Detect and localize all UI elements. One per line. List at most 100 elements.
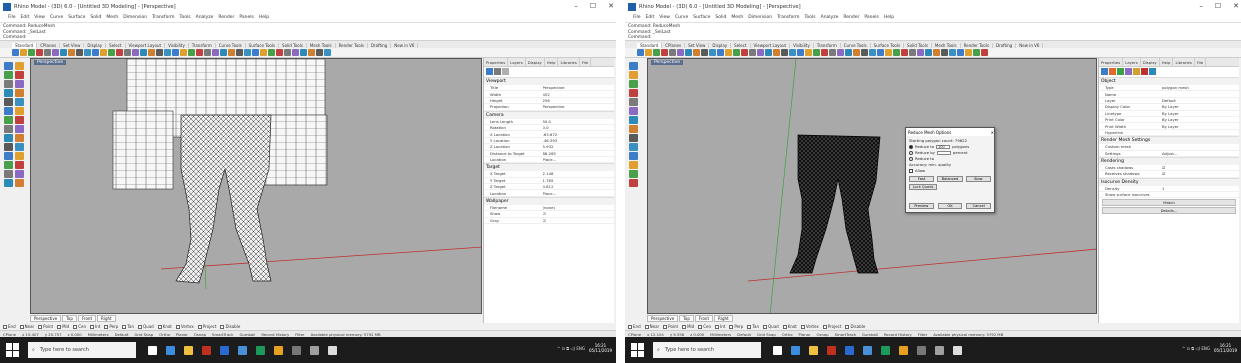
toolbar-tool-icon[interactable] [749,49,756,56]
maximize-button[interactable]: ☐ [590,2,596,10]
toolbar-tool-icon[interactable] [685,49,692,56]
property-value[interactable]: 4.812 [543,184,615,189]
status-item[interactable]: Record History [261,332,289,337]
toolbar-tool-icon[interactable] [204,49,211,56]
osnap-option[interactable]: Knot [782,324,797,329]
toolbar-tool-icon[interactable] [300,49,307,56]
viewport-tab-perspective[interactable]: Perspective [30,314,62,322]
property-value[interactable]: 256 [543,98,615,103]
sidebar-tool-icon[interactable] [629,98,638,106]
menu-curve[interactable]: Curve [50,15,63,20]
osnap-checkbox[interactable] [138,324,143,329]
status-item[interactable]: Ortho [782,332,793,337]
edge-icon[interactable] [166,345,175,355]
toolbar-tool-icon[interactable] [845,49,852,56]
close-button[interactable]: ✕ [1233,2,1239,10]
toolbar-tool-icon[interactable] [284,49,291,56]
menu-render[interactable]: Render [218,15,234,20]
menu-help[interactable]: Help [884,15,894,20]
toolbar-tool-icon[interactable] [901,49,908,56]
osnap-checkbox[interactable] [628,324,632,329]
property-value[interactable]: (none) [543,205,615,210]
status-item[interactable]: x 15.407 [22,332,39,337]
sidebar-tool-icon[interactable] [629,125,638,133]
windows-start-icon[interactable] [631,343,645,357]
sidebar-tool-icon[interactable] [4,170,13,178]
toolbar-tool-icon[interactable] [885,49,892,56]
property-row[interactable]: Gray ☑ [484,218,614,225]
osnap-option[interactable]: End [3,324,16,329]
toolbar-tool-icon[interactable] [733,49,740,56]
toolbar-tool-icon[interactable] [20,49,27,56]
sidebar-tool-icon[interactable] [4,62,13,70]
osnap-checkbox[interactable] [845,324,850,329]
toolbar-tool-icon[interactable] [949,49,956,56]
menu-panels[interactable]: Panels [239,15,253,20]
osnap-checkbox[interactable] [3,324,7,329]
sidebar-tool-icon[interactable] [629,161,638,169]
toolbar-tool-icon[interactable] [925,49,932,56]
sidebar-tool-icon[interactable] [4,71,13,79]
task-view-icon[interactable] [148,345,157,355]
toolbar-tool-icon[interactable] [757,49,764,56]
tab-layers[interactable]: Layers [1123,58,1141,66]
material-icon[interactable] [1109,68,1116,75]
osnap-option[interactable]: Int [715,324,725,329]
sidebar-tool-icon[interactable] [4,98,13,106]
texture-mapping-icon[interactable] [1117,68,1124,75]
maximize-button[interactable]: ☐ [1215,2,1221,10]
toolbar-tool-icon[interactable] [829,49,836,56]
status-item[interactable]: Millimeters [710,332,731,337]
osnap-option[interactable]: Disable [220,324,240,329]
preview-button[interactable]: Preview [909,203,934,209]
viewport-tab-front[interactable]: Front [77,314,97,322]
osnap-option[interactable]: Tan [747,324,759,329]
toolbar-tool-icon[interactable] [669,49,676,56]
chrome-icon[interactable] [899,345,908,355]
toolbar-tool-icon[interactable] [677,49,684,56]
status-item[interactable]: Grid Snap [757,332,776,337]
menu-surface[interactable]: Surface [693,15,710,20]
osnap-checkbox[interactable] [157,324,162,329]
property-value[interactable]: Default [1162,98,1239,103]
toolbar-tool-icon[interactable] [709,49,716,56]
property-value[interactable]: 452 [543,92,615,97]
clock[interactable]: 16:21 05/11/2019 [1214,343,1237,353]
menu-view[interactable]: View [34,15,45,20]
toolbar-tool-icon[interactable] [877,49,884,56]
viewport-properties-icon[interactable] [486,68,493,75]
status-item[interactable]: Gumball [862,332,878,337]
sidebar-tool-icon[interactable] [629,107,638,115]
toolbar-tool-icon[interactable] [965,49,972,56]
sidebar-tool-icon[interactable] [4,179,13,187]
osnap-checkbox[interactable] [715,324,720,329]
sidebar-tool-icon[interactable] [15,152,24,160]
toolbar-tool-icon[interactable] [212,49,219,56]
osnap-option[interactable]: Vertex [800,324,819,329]
toolbar-tool-icon[interactable] [196,49,203,56]
osnap-checkbox[interactable] [800,324,805,329]
osnap-option[interactable]: Project [197,324,216,329]
sidebar-tool-icon[interactable] [15,134,24,142]
tab-properties[interactable]: Properties [1099,58,1124,66]
toolbar-tool-icon[interactable] [781,49,788,56]
osnap-checkbox[interactable] [197,324,202,329]
minimize-button[interactable]: – [1199,2,1203,10]
toolbar-tool-icon[interactable] [12,49,19,56]
tab-libraries[interactable]: Libraries [558,58,580,66]
menu-dimension[interactable]: Dimension [748,15,772,20]
tray-icons[interactable]: ^ ⊡ ⧉ ◁) ENG [1182,346,1210,351]
menu-surface[interactable]: Surface [68,15,85,20]
status-item[interactable]: SmartTrack [835,332,856,337]
taskbar-search[interactable]: ⌕ Type here to search [653,342,761,358]
sidebar-tool-icon[interactable] [15,98,24,106]
app-icon[interactable] [917,345,926,355]
sidebar-tool-icon[interactable] [4,161,13,169]
toolbar-tool-icon[interactable] [773,49,780,56]
tab-properties[interactable]: Properties [484,58,509,66]
menu-dimension[interactable]: Dimension [123,15,147,20]
sidebar-tool-icon[interactable] [15,89,24,97]
osnap-option[interactable]: Vertex [175,324,194,329]
menu-panels[interactable]: Panels [864,15,878,20]
sidebar-tool-icon[interactable] [4,89,13,97]
